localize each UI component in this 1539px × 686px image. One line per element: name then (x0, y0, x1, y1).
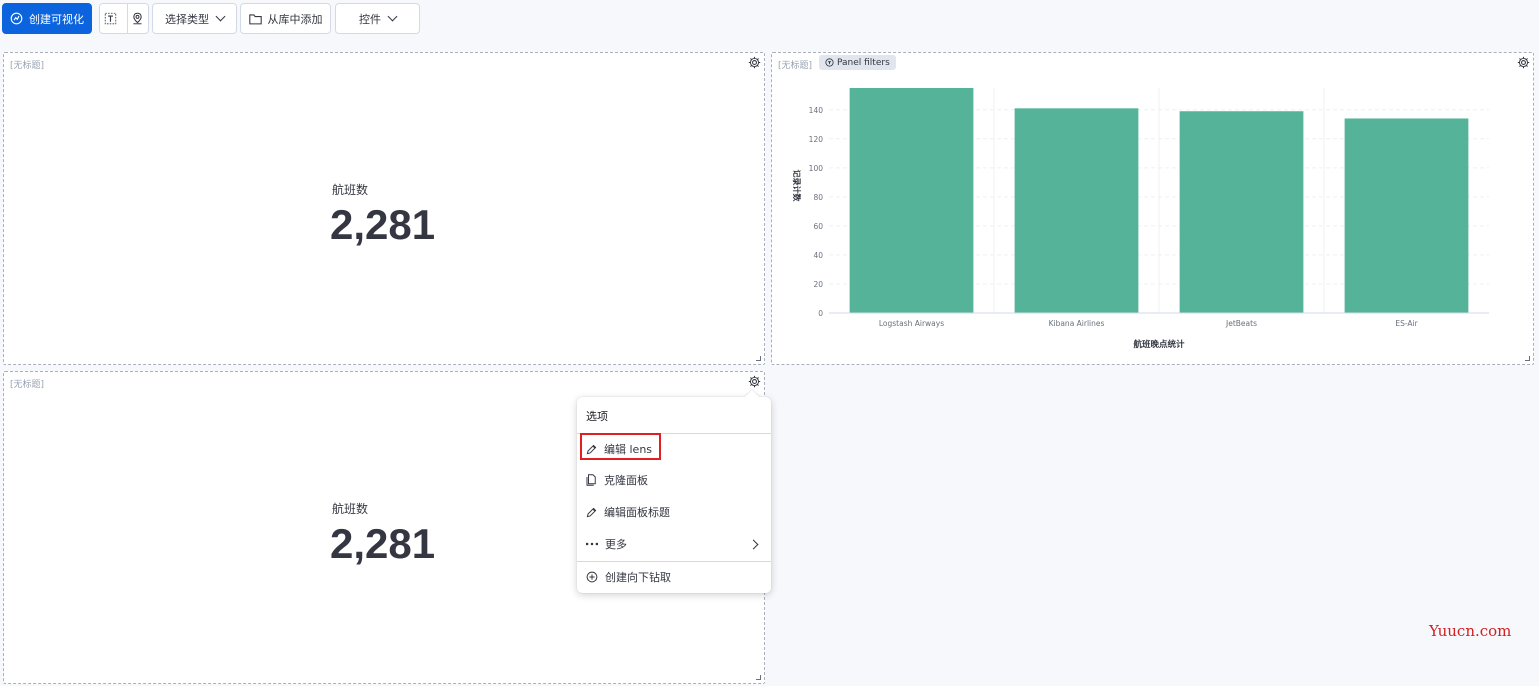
metric-value: 2,281 (330, 201, 436, 248)
y-tick-label: 80 (813, 193, 823, 202)
highlight-box (580, 433, 661, 460)
text-icon (104, 12, 117, 25)
chevron-down-icon (215, 11, 226, 22)
y-tick-label: 20 (813, 280, 823, 289)
x-tick-label: JetBeats (1225, 319, 1257, 328)
metric-label: 航班数 (332, 183, 369, 197)
filter-icon (825, 58, 834, 67)
select-type-label: 选择类型 (165, 12, 209, 26)
select-type-button[interactable]: 选择类型 (152, 3, 237, 34)
pencil-icon (586, 507, 597, 517)
controls-button[interactable]: 控件 (335, 3, 420, 34)
y-tick-label: 0 (818, 309, 823, 318)
panel-title: [无标题] (10, 61, 45, 71)
y-tick-label: 40 (813, 251, 823, 260)
visualize-icon (10, 12, 23, 25)
panel-filters-label: Panel filters (837, 57, 890, 68)
metric-value: 2,281 (330, 520, 436, 567)
menu-item-more[interactable]: 更多 (577, 530, 771, 558)
bar-chart: 0 20 40 60 80 100 120 140 Logstash Airways Kibana… (792, 88, 1489, 350)
add-map-button[interactable] (126, 4, 148, 33)
menu-item-edit-panel-title[interactable]: 编辑面板标题 (577, 498, 771, 526)
panel-filters-badge[interactable]: Panel filters (819, 55, 896, 70)
y-tick-label: 120 (809, 135, 824, 144)
menu-divider (577, 561, 771, 562)
menu-item-label: 编辑面板标题 (604, 506, 670, 519)
controls-label: 控件 (359, 12, 381, 26)
watermark: Yuucn.com (1429, 622, 1512, 640)
copy-icon (586, 474, 596, 486)
x-tick-label: Kibana Airlines (1049, 319, 1105, 328)
bar (1179, 111, 1304, 314)
gear-icon[interactable] (748, 56, 761, 69)
create-visualization-label: 创建可视化 (29, 12, 84, 26)
menu-title: 选项 (586, 410, 608, 423)
plus-circle-icon (586, 571, 598, 583)
y-tick-label: 100 (809, 164, 824, 173)
gear-icon[interactable] (748, 375, 761, 388)
quick-add-group (99, 3, 149, 34)
chevron-right-icon (748, 539, 759, 549)
create-visualization-button[interactable]: 创建可视化 (2, 3, 92, 34)
y-tick-label: 60 (813, 222, 823, 231)
gear-icon[interactable] (1517, 56, 1530, 69)
resize-handle[interactable] (756, 356, 761, 361)
chevron-down-icon (387, 11, 398, 22)
bar (1344, 118, 1469, 313)
bar (849, 88, 974, 313)
more-icon (586, 542, 598, 546)
add-from-library-button[interactable]: 从库中添加 (240, 3, 331, 34)
x-axis-title: 航班晚点统计 (1133, 339, 1185, 350)
bar-chart-panel: 0 20 40 60 80 100 120 140 Logstash Airways Kibana… (771, 52, 1534, 365)
add-text-button[interactable] (100, 4, 121, 33)
toolbar: 创建可视化 选择类型 从库中添加 控件 (0, 0, 1539, 38)
add-from-library-label: 从库中添加 (267, 12, 323, 26)
map-icon (133, 12, 143, 25)
menu-item-clone-panel[interactable]: 克隆面板 (577, 466, 771, 494)
panel-options-menu: 选项 编辑 lens 克隆面板 编辑面板标题 更多 创建向下钻取 (577, 389, 771, 593)
resize-handle[interactable] (1525, 356, 1530, 361)
x-tick-label: ES-Air (1395, 319, 1418, 328)
x-tick-label: Logstash Airways (879, 319, 944, 328)
menu-item-label: 克隆面板 (604, 474, 648, 487)
metric-panel-1: [无标题] 航班数 2,281 (3, 52, 765, 365)
panel-title: [无标题] (10, 380, 45, 390)
y-axis-title: 记录计数 (792, 170, 802, 203)
panel-title: [无标题] (778, 61, 813, 71)
resize-handle[interactable] (756, 675, 761, 680)
menu-item-create-drilldown[interactable]: 创建向下钻取 (577, 563, 771, 591)
metric-label: 航班数 (332, 502, 369, 516)
folder-icon (248, 13, 262, 24)
menu-item-label: 更多 (605, 538, 627, 551)
y-tick-label: 140 (809, 106, 824, 115)
menu-item-label: 创建向下钻取 (605, 571, 671, 584)
bar (1014, 108, 1139, 313)
